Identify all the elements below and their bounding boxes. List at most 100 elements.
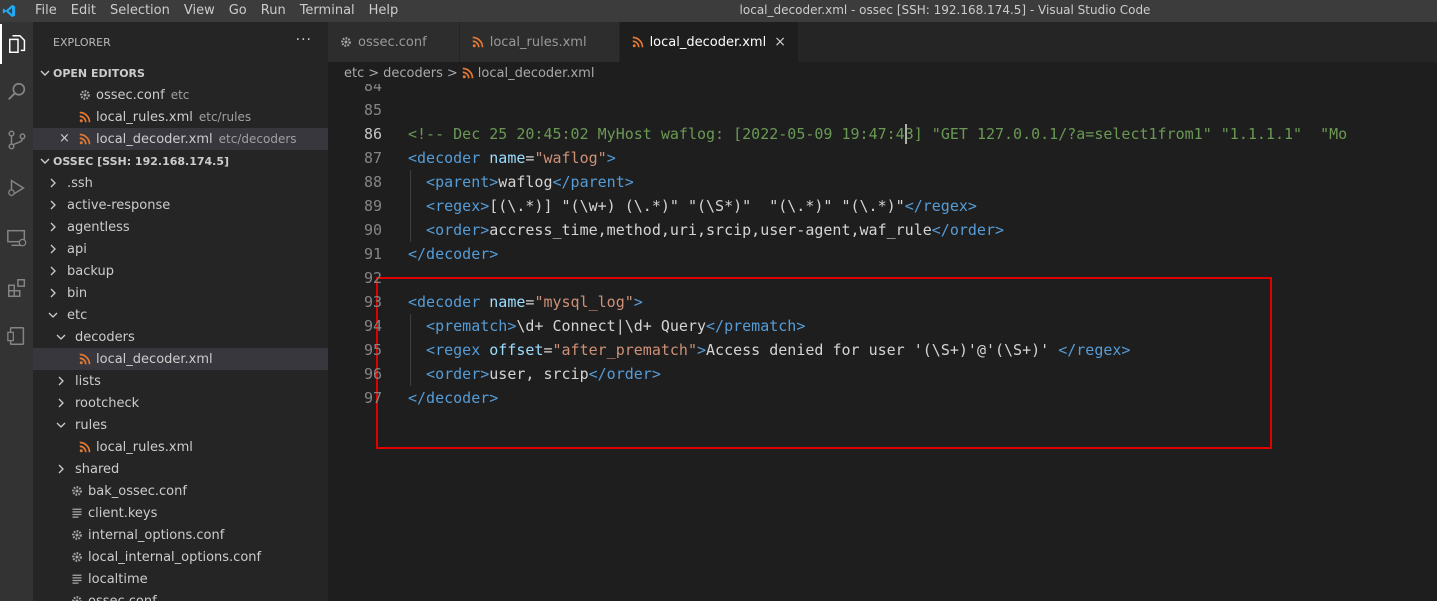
gear-icon [77,87,93,103]
tree-file[interactable]: local_rules.xml [33,436,328,458]
code-token: > [606,149,616,167]
tree-item-label: api [67,241,87,257]
tree-folder[interactable]: agentless [33,216,328,238]
breadcrumb-item[interactable]: etc [344,66,364,81]
chevron-right-icon [45,200,61,210]
code-text: </decoder> [408,389,498,407]
workspace-section[interactable]: OSSEC [SSH: 192.168.174.5] [33,150,328,172]
explorer-icon[interactable] [0,24,33,64]
menu-terminal[interactable]: Terminal [293,0,362,22]
source-control-icon[interactable] [0,120,33,160]
text-cursor [904,124,907,144]
tree-folder[interactable]: lists [33,370,328,392]
editor-tabs: ossec.conf local_rules.xml local_decoder.x… [328,22,1437,62]
open-editor-item[interactable]: ossec.conf etc [33,84,328,106]
breadcrumb: etc > decoders > local_decoder.xml [328,62,1437,84]
tab-local_decoder-xml[interactable]: local_decoder.xml × [619,22,800,62]
sidebar-header: EXPLORER ··· [33,22,328,62]
tree-folder[interactable]: rootcheck [33,392,328,414]
tree-folder[interactable]: bin [33,282,328,304]
tree-folder[interactable]: decoders [33,326,328,348]
tree-folder[interactable]: backup [33,260,328,282]
code-token: <regex [426,341,490,359]
gear-icon [69,593,85,601]
code-token: waflog [498,173,553,191]
tree-folder[interactable]: shared [33,458,328,480]
run-debug-icon[interactable] [0,168,33,208]
menu-file[interactable]: File [28,0,64,22]
explorer-sidebar: EXPLORER ··· OPEN EDITORS ossec.conf etc l… [33,22,328,601]
code-token: </prematch> [706,317,806,335]
open-editor-path: etc/decoders [218,132,297,146]
line-number: 95 [363,341,382,359]
tree-folder[interactable]: etc [33,304,328,326]
menu-go[interactable]: Go [222,0,254,22]
menu-run[interactable]: Run [254,0,293,22]
close-icon[interactable]: × [59,131,70,146]
tree-file[interactable]: client.keys [33,502,328,524]
code-line: 86 <!-- Dec 25 20:45:02 MyHost waflog: [2… [328,122,1437,146]
tree-folder[interactable]: api [33,238,328,260]
tree-item-label: client.keys [88,505,158,521]
code-token: </regex> [904,197,977,215]
tab-local_rules-xml[interactable]: local_rules.xml [459,22,620,62]
open-editor-name: ossec.conf [96,87,165,103]
menu-view[interactable]: View [177,0,222,22]
code-token: <prematch> [426,317,517,335]
tree-file[interactable]: ossec.conf [33,590,328,601]
tree-folder[interactable]: .ssh [33,172,328,194]
code-line: 96 <order>user, srcip</order> [328,362,1437,386]
code-line: 95 <regex offset="after_prematch">Access … [328,338,1437,362]
code-text: <!-- Dec 25 20:45:02 MyHost waflog: [202… [408,125,1347,143]
code-editor[interactable]: 84 85 86 <!-- Dec 25 20:45:02 MyHost waflog… [328,84,1437,601]
line-number: 85 [363,101,382,119]
code-text: <regex>[(\.*)] "(\w+) (\.*)" "(\S*)" "(\… [426,197,977,215]
activity-bar [0,22,33,601]
remote-explorer-icon[interactable] [0,218,33,258]
breadcrumb-separator: > [368,65,380,81]
open-editor-name: local_decoder.xml [96,131,213,147]
menu-selection[interactable]: Selection [103,0,177,22]
menu-edit[interactable]: Edit [64,0,103,22]
breadcrumb-item[interactable]: decoders [383,66,443,81]
chevron-right-icon [45,266,61,276]
rss-icon [472,36,484,48]
code-token: <regex> [426,197,490,215]
code-text: <regex offset="after_prematch">Access de… [426,341,1130,359]
tree-file[interactable]: bak_ossec.conf [33,480,328,502]
code-token: <!-- Dec 25 20:45:02 MyHost waflog: [202… [408,125,1348,143]
tree-item-label: ossec.conf [88,593,157,601]
tree-file[interactable]: local_internal_options.conf [33,546,328,568]
tree-file[interactable]: localtime [33,568,328,590]
rss-icon [77,131,93,147]
line-number: 94 [363,317,382,335]
gear-icon [69,549,85,565]
code-line: 87 <decoder name="waflog"> [328,146,1437,170]
more-actions-icon[interactable]: ··· [296,32,312,48]
line-number: 86 [363,125,382,143]
chevron-down-icon [53,420,69,430]
line-number: 93 [363,293,382,311]
tree-folder[interactable]: active-response [33,194,328,216]
line-number: 84 [363,84,382,95]
extensions-icon[interactable] [0,268,33,308]
code-token: offset [489,341,544,359]
tree-folder[interactable]: rules [33,414,328,436]
code-token: > [696,341,707,359]
open-editor-item[interactable]: × local_decoder.xml etc/decoders [33,128,328,150]
tab-ossec-conf[interactable]: ossec.conf [328,22,460,62]
open-editor-item[interactable]: local_rules.xml etc/rules [33,106,328,128]
tree-item-label: localtime [88,571,148,587]
open-editors-section[interactable]: OPEN EDITORS [33,62,328,84]
tree-file[interactable]: internal_options.conf [33,524,328,546]
remote-icon[interactable] [0,316,33,356]
tree-file[interactable]: local_decoder.xml [33,348,328,370]
menu-help[interactable]: Help [362,0,406,22]
close-icon[interactable]: × [774,34,788,50]
gear-icon [69,527,85,543]
chevron-right-icon [53,464,69,474]
code-token: <parent> [426,173,499,191]
breadcrumb-item[interactable]: local_decoder.xml [478,66,595,81]
search-icon[interactable] [0,72,33,112]
rss-icon [462,67,474,79]
